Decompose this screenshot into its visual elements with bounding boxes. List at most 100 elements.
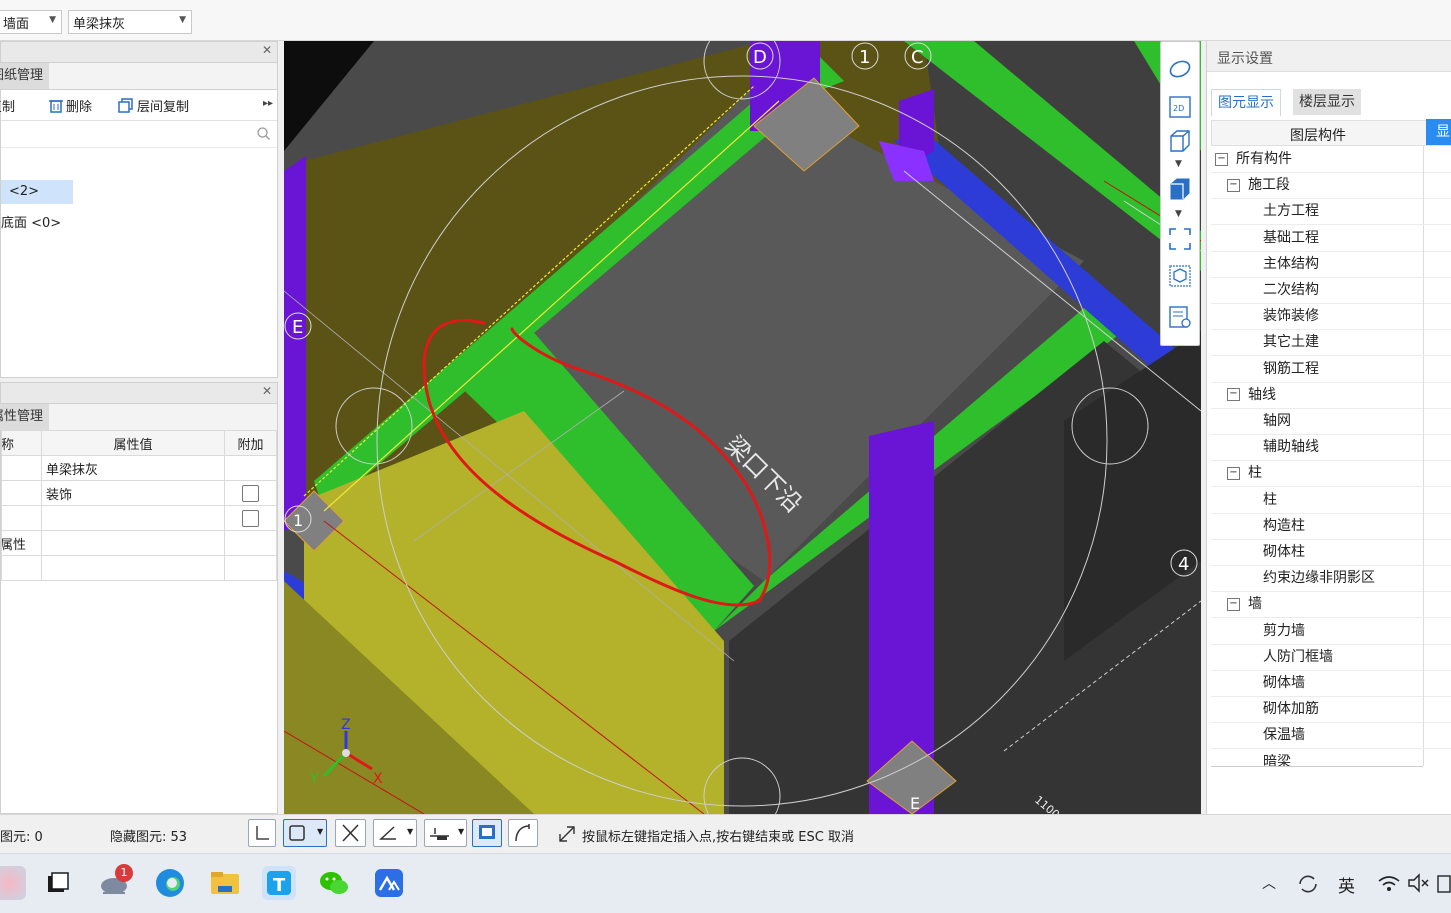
close-icon[interactable]: ✕ xyxy=(262,43,272,57)
layer-label: 砌体加筋 xyxy=(1263,701,1319,718)
tree-item-selected[interactable]: <2> xyxy=(1,180,73,204)
more-icon[interactable]: ▸▸ xyxy=(263,98,273,109)
table-row[interactable]: 单梁抹灰 xyxy=(1,455,277,481)
tab-element-display[interactable]: 图元显示 xyxy=(1211,89,1281,116)
display-settings-icon[interactable] xyxy=(1169,306,1191,328)
volume-muted-icon[interactable] xyxy=(1407,873,1431,893)
tree-item-row[interactable]: 二次结构 xyxy=(1211,277,1451,304)
task-view-icon[interactable] xyxy=(42,866,76,900)
axis-label-1b: 1 xyxy=(293,511,303,530)
tree-item-row[interactable]: 剪力墙 xyxy=(1211,617,1451,645)
axis-label-c: C xyxy=(911,47,924,68)
prop-value-cell[interactable] xyxy=(40,530,226,556)
tree-item-row[interactable]: 钢筋工程 xyxy=(1211,355,1451,383)
table-row[interactable] xyxy=(1,555,277,581)
tree-item-row[interactable]: 砌体柱 xyxy=(1211,539,1451,566)
display-toggle-button[interactable] xyxy=(472,819,502,847)
checkbox[interactable] xyxy=(242,484,260,502)
tab-floor-display[interactable]: 楼层显示 xyxy=(1293,89,1361,115)
fit-view-icon[interactable] xyxy=(1169,228,1191,250)
cad-3d-viewport[interactable]: D 1 C E 1 4 E 梁口下沿 1100 Z X Y xyxy=(284,41,1201,814)
tree-group-row[interactable]: − 柱 xyxy=(1211,460,1451,488)
offset-button[interactable]: ▼ xyxy=(424,819,467,847)
table-row[interactable]: 属性 xyxy=(1,530,277,556)
tree-item-row[interactable]: 砌体墙 xyxy=(1211,670,1451,697)
ime-indicator[interactable]: 英 xyxy=(1338,872,1355,897)
battery-icon[interactable] xyxy=(1437,873,1451,893)
table-row[interactable] xyxy=(1,505,277,531)
tree-item-row[interactable]: 辅助轴线 xyxy=(1211,434,1451,462)
prop-value-cell[interactable]: 单梁抹灰 xyxy=(40,455,226,481)
orbit-icon[interactable] xyxy=(1169,58,1191,80)
collapse-icon[interactable]: − xyxy=(1215,152,1228,166)
wifi-icon[interactable] xyxy=(1377,873,1401,893)
tree-group-row[interactable]: − 轴线 xyxy=(1211,381,1451,409)
tree-item-row[interactable]: 轴网 xyxy=(1211,408,1451,435)
col-show-header[interactable]: 显示 xyxy=(1426,119,1451,145)
tab-drawing-management[interactable]: 图纸管理 xyxy=(0,63,50,89)
glodon-app-icon[interactable]: T xyxy=(262,866,296,900)
cross-button[interactable] xyxy=(335,819,366,847)
copy-button[interactable]: 复制 xyxy=(0,96,15,115)
layer-label: 装饰装修 xyxy=(1263,308,1319,325)
view-cube-icon[interactable] xyxy=(1169,265,1191,287)
chevron-up-icon[interactable]: ︿ xyxy=(1262,873,1276,893)
tree-group-row[interactable]: − 所有构件 xyxy=(1211,146,1451,173)
table-row[interactable]: 装饰 xyxy=(1,480,277,506)
tree-item-row[interactable]: 其它土建 xyxy=(1211,329,1451,357)
3d-box-icon[interactable] xyxy=(1169,130,1191,152)
floor-copy-button[interactable]: 层间复制 xyxy=(118,96,189,115)
2d-view-icon[interactable]: 2D xyxy=(1169,96,1191,118)
layer-label: 其它土建 xyxy=(1263,334,1319,351)
file-explorer-icon[interactable] xyxy=(208,866,242,900)
tree-item-row[interactable]: 土方工程 xyxy=(1211,198,1451,226)
tree-item-row[interactable]: 约束边缘非阴影区 xyxy=(1211,565,1451,593)
snap-button[interactable]: ▼ xyxy=(283,819,327,847)
status-bar: 图元: 0 隐藏图元: 53 ▼ ▼ ▼ 按鼠标左键指定插入点,按右键结束或 E… xyxy=(0,814,1451,853)
tree-item[interactable]: 底面 <0> xyxy=(1,212,61,231)
chevron-down-icon[interactable]: ▼ xyxy=(1175,159,1182,169)
collapse-icon[interactable]: − xyxy=(1227,388,1240,402)
weather-icon[interactable]: 1 xyxy=(97,864,133,900)
widgets-icon[interactable] xyxy=(0,866,26,900)
tree-item-row[interactable]: 主体结构 xyxy=(1211,250,1451,278)
layer-label: 墙 xyxy=(1248,596,1262,613)
tree-item-row[interactable]: 人防门框墙 xyxy=(1211,643,1451,671)
tree-group-row[interactable]: − 墙 xyxy=(1211,591,1451,619)
layer-label: 轴线 xyxy=(1248,386,1276,403)
tree-group-row[interactable]: − 施工段 xyxy=(1211,172,1451,200)
model-canvas[interactable]: D 1 C E 1 4 E 梁口下沿 1100 Z X Y xyxy=(284,41,1201,814)
sync-icon[interactable] xyxy=(1296,872,1320,896)
angle-button[interactable]: ▼ xyxy=(373,819,417,847)
tree-item-row[interactable]: 基础工程 xyxy=(1211,224,1451,252)
tree-item-row[interactable]: 构造柱 xyxy=(1211,512,1451,540)
image-app-icon[interactable] xyxy=(372,866,406,900)
checkbox[interactable] xyxy=(242,509,260,527)
tree-item-row[interactable]: 暗梁 xyxy=(1211,748,1451,766)
layer-label: 主体结构 xyxy=(1263,255,1319,272)
wechat-icon[interactable] xyxy=(317,866,351,900)
element-type-combo[interactable]: 墙面 ▼ xyxy=(0,10,62,34)
edge-browser-icon[interactable] xyxy=(153,866,187,900)
component-combo[interactable]: 单梁抹灰 ▼ xyxy=(68,10,192,34)
close-icon[interactable]: ✕ xyxy=(262,384,272,398)
tree-item-row[interactable]: 柱 xyxy=(1211,486,1451,514)
collapse-icon[interactable]: − xyxy=(1227,466,1240,480)
chevron-down-icon[interactable]: ▼ xyxy=(1175,209,1182,219)
collapse-icon[interactable]: − xyxy=(1227,597,1240,611)
shaded-box-icon[interactable] xyxy=(1169,178,1191,200)
tree-item-row[interactable]: 砌体加筋 xyxy=(1211,696,1451,724)
layer-label: 剪力墙 xyxy=(1263,622,1305,639)
ortho-button[interactable] xyxy=(248,819,276,847)
collapse-icon[interactable]: − xyxy=(1227,178,1240,192)
tab-properties[interactable]: 属性管理 xyxy=(0,404,50,430)
arc-button[interactable] xyxy=(508,819,538,847)
search-input[interactable] xyxy=(1,121,277,148)
delete-button[interactable]: 删除 xyxy=(49,96,92,115)
prop-value-cell[interactable]: 装饰 xyxy=(40,480,226,506)
prop-value-cell[interactable] xyxy=(40,555,226,581)
tree-item-row[interactable]: 保温墙 xyxy=(1211,722,1451,750)
tree-item-row[interactable]: 装饰装修 xyxy=(1211,303,1451,331)
prop-value-cell[interactable] xyxy=(40,505,226,531)
layer-label: 保温墙 xyxy=(1263,727,1305,744)
